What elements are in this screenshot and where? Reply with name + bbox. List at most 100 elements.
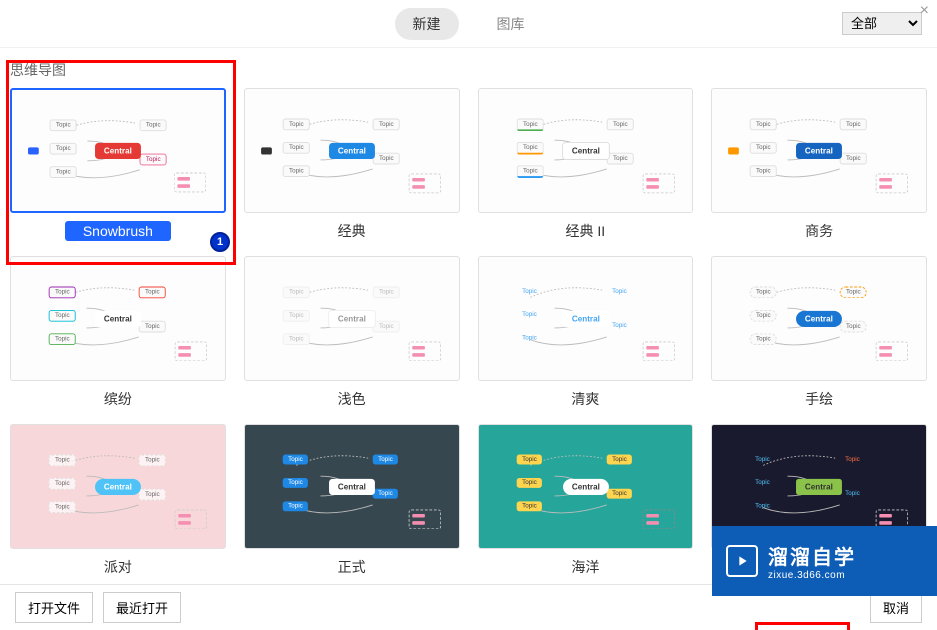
template-snowbrush[interactable]: TopicTopicTopicTopicTopicCentralSnowbrus… bbox=[10, 88, 226, 241]
template-fresh[interactable]: TopicTopicTopicTopicTopicCentral清爽 bbox=[478, 256, 694, 409]
tab-gallery[interactable]: 图库 bbox=[479, 8, 543, 40]
central-node: Central bbox=[796, 310, 842, 326]
template-light[interactable]: TopicTopicTopicTopicTopicCentral浅色 bbox=[244, 256, 460, 409]
central-node: Central bbox=[329, 478, 375, 494]
topic-node: Topic bbox=[840, 119, 867, 131]
topic-node: Topic bbox=[750, 142, 777, 154]
topic-node: Topic bbox=[840, 153, 867, 165]
topic-node: Topic bbox=[840, 455, 866, 465]
template-thumbnail[interactable]: TopicTopicTopicTopicTopicCentral bbox=[244, 256, 460, 381]
template-thumbnail[interactable]: TopicTopicTopicTopicTopicCentral bbox=[711, 256, 927, 381]
template-label: 正式 bbox=[338, 557, 366, 577]
topic-node: Topic bbox=[49, 478, 76, 490]
topic-node: Topic bbox=[840, 489, 866, 499]
template-label: 清爽 bbox=[571, 389, 599, 409]
central-node: Central bbox=[562, 478, 608, 494]
topic-node: Topic bbox=[750, 310, 777, 322]
template-thumbnail[interactable]: TopicTopicTopicTopicTopicCentral bbox=[478, 256, 694, 381]
template-colorful[interactable]: TopicTopicTopicTopicTopicCentral缤纷 bbox=[10, 256, 226, 409]
template-formal[interactable]: TopicTopicTopicTopicTopicCentral正式 bbox=[244, 424, 460, 577]
annotation-underline bbox=[755, 622, 850, 630]
cancel-button[interactable]: 取消 bbox=[870, 592, 922, 623]
watermark-title: 溜溜自学 bbox=[768, 541, 856, 570]
topic-node: Topic bbox=[139, 489, 166, 501]
topic-node: Topic bbox=[516, 142, 543, 155]
tab-new[interactable]: 新建 bbox=[395, 8, 459, 40]
central-node: Central bbox=[328, 310, 376, 328]
topic-node: Topic bbox=[750, 287, 777, 299]
topic-node: Topic bbox=[282, 455, 308, 465]
central-node: Central bbox=[796, 142, 842, 158]
topic-node: Topic bbox=[282, 333, 309, 345]
template-thumbnail[interactable]: TopicTopicTopicTopicTopicCentral bbox=[244, 424, 460, 549]
template-classic[interactable]: TopicTopicTopicTopicTopicCentral经典 bbox=[244, 88, 460, 241]
central-node: Central bbox=[329, 142, 375, 158]
topic-node: Topic bbox=[49, 455, 76, 467]
template-thumbnail[interactable]: TopicTopicTopicTopicTopicCentral bbox=[478, 88, 694, 213]
topic-node: Topic bbox=[372, 321, 399, 333]
recent-button[interactable]: 最近打开 bbox=[103, 592, 181, 623]
template-label: 派对 bbox=[104, 557, 132, 577]
play-icon bbox=[726, 545, 758, 577]
content-area: 思维导图 TopicTopicTopicTopicTopicCentralSno… bbox=[0, 48, 937, 583]
topic-node: Topic bbox=[49, 501, 76, 513]
topic-node: Topic bbox=[840, 321, 867, 333]
template-classic2[interactable]: TopicTopicTopicTopicTopicCentral经典 II bbox=[478, 88, 694, 241]
template-label: 缤纷 bbox=[104, 389, 132, 409]
topic-node: Topic bbox=[49, 287, 76, 299]
template-thumbnail[interactable]: TopicTopicTopicTopicTopicCentral bbox=[10, 256, 226, 381]
topic-node: Topic bbox=[139, 455, 166, 467]
template-party[interactable]: TopicTopicTopicTopicTopicCentral派对 bbox=[10, 424, 226, 577]
template-hand[interactable]: TopicTopicTopicTopicTopicCentral手绘 bbox=[711, 256, 927, 409]
template-thumbnail[interactable]: TopicTopicTopicTopicTopicCentral bbox=[478, 424, 694, 549]
topic-node: Topic bbox=[50, 166, 77, 178]
topic-node: Topic bbox=[49, 333, 76, 345]
tabs: 新建 图库 bbox=[395, 8, 543, 40]
central-node: Central bbox=[562, 142, 610, 160]
topic-node: Topic bbox=[750, 119, 777, 131]
template-thumbnail[interactable]: TopicTopicTopicTopicTopicCentral bbox=[244, 88, 460, 213]
topic-node: Topic bbox=[516, 310, 542, 320]
template-thumbnail[interactable]: TopicTopicTopicTopicTopicCentral bbox=[10, 424, 226, 549]
topic-node: Topic bbox=[516, 478, 542, 488]
topic-node: Topic bbox=[606, 489, 632, 499]
template-thumbnail[interactable]: TopicTopicTopicTopicTopicCentral bbox=[711, 88, 927, 213]
topic-node: Topic bbox=[372, 153, 399, 165]
topic-node: Topic bbox=[606, 153, 633, 165]
template-label: Snowbrush bbox=[65, 221, 171, 241]
topic-node: Topic bbox=[49, 310, 76, 322]
watermark-banner: 溜溜自学 zixue.3d66.com bbox=[712, 526, 937, 596]
topic-node: Topic bbox=[372, 489, 398, 499]
topic-node: Topic bbox=[750, 478, 776, 488]
template-label: 浅色 bbox=[338, 389, 366, 409]
template-label: 海洋 bbox=[571, 557, 599, 577]
topic-node: Topic bbox=[282, 310, 309, 322]
header: 新建 图库 全部 × bbox=[0, 0, 937, 48]
topic-node: Topic bbox=[139, 287, 166, 299]
filter-select[interactable]: 全部 bbox=[842, 12, 922, 35]
template-business[interactable]: TopicTopicTopicTopicTopicCentral商务 bbox=[711, 88, 927, 241]
topic-node: Topic bbox=[282, 478, 308, 488]
topic-node: Topic bbox=[750, 501, 776, 511]
topic-node: Topic bbox=[516, 287, 542, 297]
template-ocean[interactable]: TopicTopicTopicTopicTopicCentral海洋 bbox=[478, 424, 694, 577]
topic-node: Topic bbox=[282, 142, 309, 154]
topic-node: Topic bbox=[750, 455, 776, 465]
central-node: Central bbox=[95, 478, 141, 494]
topic-node: Topic bbox=[516, 455, 542, 465]
central-node: Central bbox=[95, 142, 141, 158]
topic-node: Topic bbox=[140, 154, 167, 166]
close-icon[interactable]: × bbox=[920, 2, 929, 20]
template-thumbnail[interactable]: TopicTopicTopicTopicTopicCentral bbox=[10, 88, 226, 213]
topic-node: Topic bbox=[139, 321, 166, 333]
topic-node: Topic bbox=[140, 119, 167, 131]
topic-node: Topic bbox=[606, 119, 633, 131]
topic-node: Topic bbox=[282, 119, 309, 131]
central-node: Central bbox=[796, 478, 842, 494]
open-file-button[interactable]: 打开文件 bbox=[15, 592, 93, 623]
topic-node: Topic bbox=[840, 287, 867, 299]
central-node: Central bbox=[562, 310, 608, 326]
template-label: 经典 II bbox=[566, 221, 606, 241]
watermark-subtitle: zixue.3d66.com bbox=[768, 570, 856, 581]
topic-node: Topic bbox=[606, 321, 632, 331]
